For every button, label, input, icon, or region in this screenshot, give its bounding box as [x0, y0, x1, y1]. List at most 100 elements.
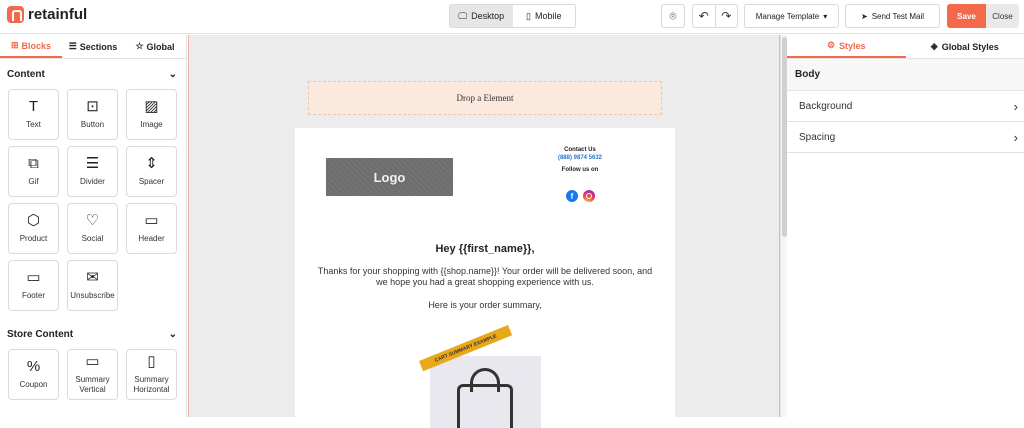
spacing-item[interactable]: Spacing ›: [787, 122, 1024, 153]
desktop-button[interactable]: 🖵 Desktop: [450, 5, 513, 27]
tab-sections[interactable]: ☰Sections: [62, 35, 124, 58]
block-label: Summary Horizontal: [127, 375, 176, 395]
close-button[interactable]: Close: [986, 4, 1019, 28]
block-label: Divider: [80, 177, 105, 187]
redo-icon[interactable]: ↷: [715, 5, 738, 27]
block-label: Spacer: [139, 177, 164, 187]
spacing-label: Spacing: [799, 132, 835, 143]
store-title: Store Content: [7, 329, 73, 340]
contact-title: Contact Us: [525, 146, 635, 154]
store-section-header[interactable]: Store Content⌄: [0, 319, 186, 349]
send-test-label: Send Test Mail: [872, 12, 924, 21]
top-toolbar: retainful 🖵Desktop ▯Mobile ⌾ ↶ ↷ Manage …: [0, 0, 1024, 34]
desktop-label: Desktop: [471, 11, 504, 21]
tab-global[interactable]: ☆ Global: [124, 35, 186, 58]
tab-sections-label: Sections: [80, 42, 118, 52]
unsubscribe-icon: ✉: [86, 271, 99, 285]
block-summary-horizontal[interactable]: ▯ Summary Horizontal: [126, 349, 177, 400]
body-section-title: Body: [787, 59, 1024, 91]
gear-icon: ⚙: [827, 40, 835, 51]
follow-text: Follow us on: [525, 166, 635, 174]
summary-text[interactable]: Here is your order summary,: [295, 300, 675, 310]
block-header[interactable]: ▭Header: [126, 203, 177, 254]
mobile-icon: ▯: [526, 11, 531, 22]
block-social[interactable]: ♡ Social: [67, 203, 118, 254]
contact-block[interactable]: Contact Us (888) 9874 5632 Follow us on: [525, 146, 635, 174]
drop-zone[interactable]: Drop a Element: [308, 81, 662, 115]
block-text[interactable]: T Text: [8, 89, 59, 140]
block-summary-vertical[interactable]: ▭ Summary Vertical: [67, 349, 118, 400]
content-title: Content: [7, 69, 45, 80]
block-label: Coupon: [19, 380, 47, 390]
manage-template-button[interactable]: Manage Template▾: [744, 4, 839, 28]
chevron-right-icon: ›: [1014, 99, 1018, 114]
content-blocks-grid: T Text ⊡Button▨Image ⧉ Gif ☰ Divider ⇕ Spacer ⬡ Pr…: [0, 89, 186, 311]
block-image[interactable]: ▨Image: [126, 89, 177, 140]
right-tabs: ⚙Styles ◈Global Styles: [787, 35, 1024, 59]
block-divider[interactable]: ☰ Divider: [67, 146, 118, 197]
content-section-header[interactable]: Content ⌄: [0, 59, 186, 89]
summary-horizontal-icon: ▯: [147, 355, 155, 369]
block-label: Text: [26, 120, 41, 130]
cart-image[interactable]: [430, 356, 541, 428]
paint-icon: ◈: [931, 41, 938, 52]
background-label: Background: [799, 101, 852, 112]
block-label: Summary Vertical: [68, 375, 117, 395]
block-button[interactable]: ⊡Button: [67, 89, 118, 140]
tab-global-label: Global: [147, 42, 175, 52]
star-icon: ☆: [135, 41, 143, 52]
tab-blocks-label: Blocks: [22, 41, 52, 51]
instagram-icon[interactable]: [583, 190, 595, 202]
preview-button[interactable]: ⌾: [661, 4, 685, 28]
block-label: Footer: [22, 291, 45, 301]
summary-vertical-icon: ▭: [85, 355, 99, 369]
facebook-icon[interactable]: f: [566, 190, 578, 202]
sections-icon: ☰: [69, 41, 77, 52]
tab-blocks[interactable]: ⊞Blocks: [0, 35, 62, 58]
block-gif[interactable]: ⧉ Gif: [8, 146, 59, 197]
canvas-scrollbar[interactable]: [780, 35, 787, 417]
send-icon: ➤: [861, 12, 868, 21]
image-icon: ▨: [144, 100, 158, 114]
spacer-icon: ⇕: [145, 157, 158, 171]
greeting-text[interactable]: Hey {{first_name}},: [295, 243, 675, 255]
block-spacer[interactable]: ⇕ Spacer: [126, 146, 177, 197]
message-text[interactable]: Thanks for your shopping with {{shop.nam…: [315, 266, 655, 288]
styles-panel: ⚙Styles ◈Global Styles Body Background› …: [787, 35, 1024, 417]
mobile-label: Mobile: [535, 11, 562, 21]
block-coupon[interactable]: % Coupon: [8, 349, 59, 400]
coupon-icon: %: [27, 360, 40, 374]
block-footer[interactable]: ▭Footer: [8, 260, 59, 311]
caret-down-icon: ▾: [823, 12, 827, 21]
gif-icon: ⧉: [28, 157, 39, 171]
history-controls: ↶ ↷: [692, 4, 738, 28]
send-test-mail-button[interactable]: ➤ Send Test Mail: [845, 4, 940, 28]
chevron-down-icon: ⌄: [169, 69, 177, 80]
button-icon: ⊡: [86, 100, 99, 114]
tab-global-styles[interactable]: ◈Global Styles: [906, 35, 1024, 58]
logo-placeholder[interactable]: Logo: [326, 158, 453, 196]
save-button[interactable]: Save: [947, 4, 986, 28]
product-icon: ⬡: [27, 214, 40, 228]
text-icon: T: [29, 100, 38, 114]
block-unsubscribe[interactable]: ✉Unsubscribe: [67, 260, 118, 311]
divider-icon: ☰: [86, 157, 99, 171]
scan-icon: ⌾: [669, 9, 676, 24]
block-product[interactable]: ⬡ Product: [8, 203, 59, 254]
header-icon: ▭: [144, 214, 158, 228]
left-tabs: ⊞Blocks ☰Sections ☆ Global: [0, 35, 186, 59]
tab-styles[interactable]: ⚙Styles: [787, 35, 906, 58]
chevron-right-icon: ›: [1014, 130, 1018, 145]
email-canvas: Drop a Element Logo Contact Us (888) 987…: [188, 35, 780, 417]
undo-icon[interactable]: ↶: [693, 5, 715, 27]
desktop-icon: 🖵: [458, 11, 467, 22]
block-label: Gif: [28, 177, 38, 187]
block-label: Product: [20, 234, 48, 244]
block-label: Social: [82, 234, 104, 244]
blocks-panel: ⊞Blocks ☰Sections ☆Global Content⌄ TText…: [0, 35, 187, 417]
contact-phone: (888) 9874 5632: [525, 154, 635, 162]
social-icon: ♡: [86, 214, 99, 228]
background-item[interactable]: Background ›: [787, 91, 1024, 122]
email-body[interactable]: Logo Contact Us (888) 9874 5632 Follow u…: [295, 128, 675, 428]
mobile-button[interactable]: ▯ Mobile: [513, 5, 576, 27]
